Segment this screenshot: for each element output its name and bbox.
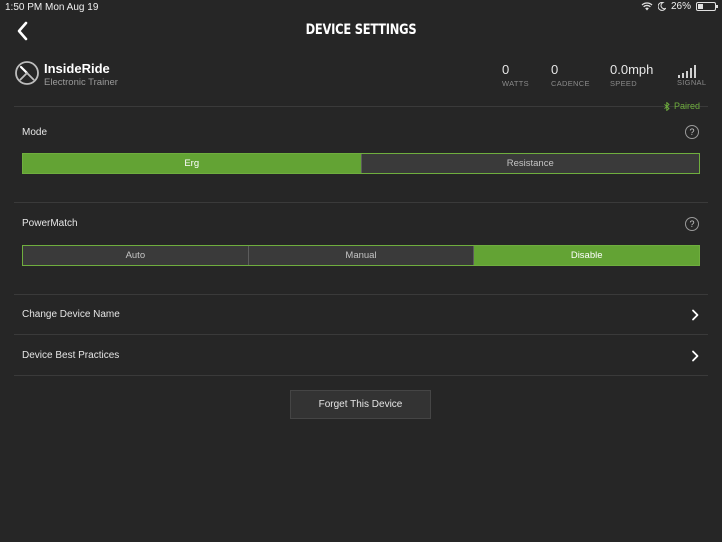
device-settings-screen: 1:50 PM Mon Aug 19 26% DEVICE SETTINGS I…: [0, 0, 722, 542]
signal-bars-icon: [678, 65, 696, 78]
battery-icon: [696, 2, 718, 11]
powermatch-option-manual[interactable]: Manual: [249, 246, 475, 265]
mode-label: Mode: [22, 127, 48, 138]
status-right: 26%: [641, 1, 718, 12]
cadence-value: 0: [551, 62, 559, 77]
device-name: InsideRide: [44, 61, 110, 76]
trainer-gauge-icon: [15, 61, 39, 85]
paired-status: Paired: [664, 101, 700, 111]
powermatch-divider: [14, 294, 708, 295]
change-device-name-row[interactable]: Change Device Name: [22, 306, 700, 326]
watts-label: WATTS: [502, 79, 529, 88]
watts-value: 0: [502, 62, 510, 77]
paired-label: Paired: [673, 101, 700, 111]
forget-device-button[interactable]: Forget This Device: [290, 390, 431, 419]
speed-label: SPEED: [610, 79, 637, 88]
signal-label: SIGNAL: [677, 78, 707, 87]
cadence-label: CADENCE: [551, 79, 590, 88]
powermatch-option-auto[interactable]: Auto: [23, 246, 249, 265]
page-title: DEVICE SETTINGS: [305, 22, 417, 38]
speed-value: 0.0mph: [610, 62, 654, 77]
mode-divider: [14, 202, 708, 203]
device-best-practices-label: Device Best Practices: [22, 350, 120, 361]
device-type: Electronic Trainer: [44, 77, 118, 88]
powermatch-selector: Auto Manual Disable: [22, 245, 700, 266]
bottom-divider: [14, 375, 708, 376]
change-device-name-label: Change Device Name: [22, 309, 120, 320]
device-best-practices-row[interactable]: Device Best Practices: [22, 347, 700, 367]
watts-metric: 0 WATTS: [502, 62, 529, 88]
header-divider: [14, 106, 708, 107]
chevron-right-icon: [692, 309, 699, 321]
mode-selector: Erg Resistance: [22, 153, 700, 174]
powermatch-help-icon[interactable]: ?: [685, 217, 699, 231]
moon-icon: [657, 2, 666, 11]
device-header: InsideRide Electronic Trainer 0 WATTS 0 …: [0, 52, 722, 106]
speed-metric: 0.0mph SPEED: [610, 62, 653, 88]
back-chevron-icon[interactable]: [14, 20, 32, 42]
status-date: Mon Aug 19: [45, 2, 99, 13]
status-bar: 1:50 PM Mon Aug 19 26%: [0, 0, 722, 16]
mode-help-icon[interactable]: ?: [685, 125, 699, 139]
cadence-metric: 0 CADENCE: [551, 62, 590, 88]
menu-divider: [14, 334, 708, 335]
powermatch-option-disable[interactable]: Disable: [474, 246, 700, 265]
nav-bar: DEVICE SETTINGS: [0, 16, 722, 46]
powermatch-label: PowerMatch: [22, 218, 78, 229]
bluetooth-icon: [664, 101, 670, 111]
battery-percent: 26%: [670, 1, 691, 12]
mode-option-resistance[interactable]: Resistance: [362, 154, 700, 173]
wifi-icon: [641, 2, 653, 11]
status-time: 1:50 PM: [5, 2, 43, 13]
mode-option-erg[interactable]: Erg: [23, 154, 362, 173]
chevron-right-icon: [692, 350, 699, 362]
